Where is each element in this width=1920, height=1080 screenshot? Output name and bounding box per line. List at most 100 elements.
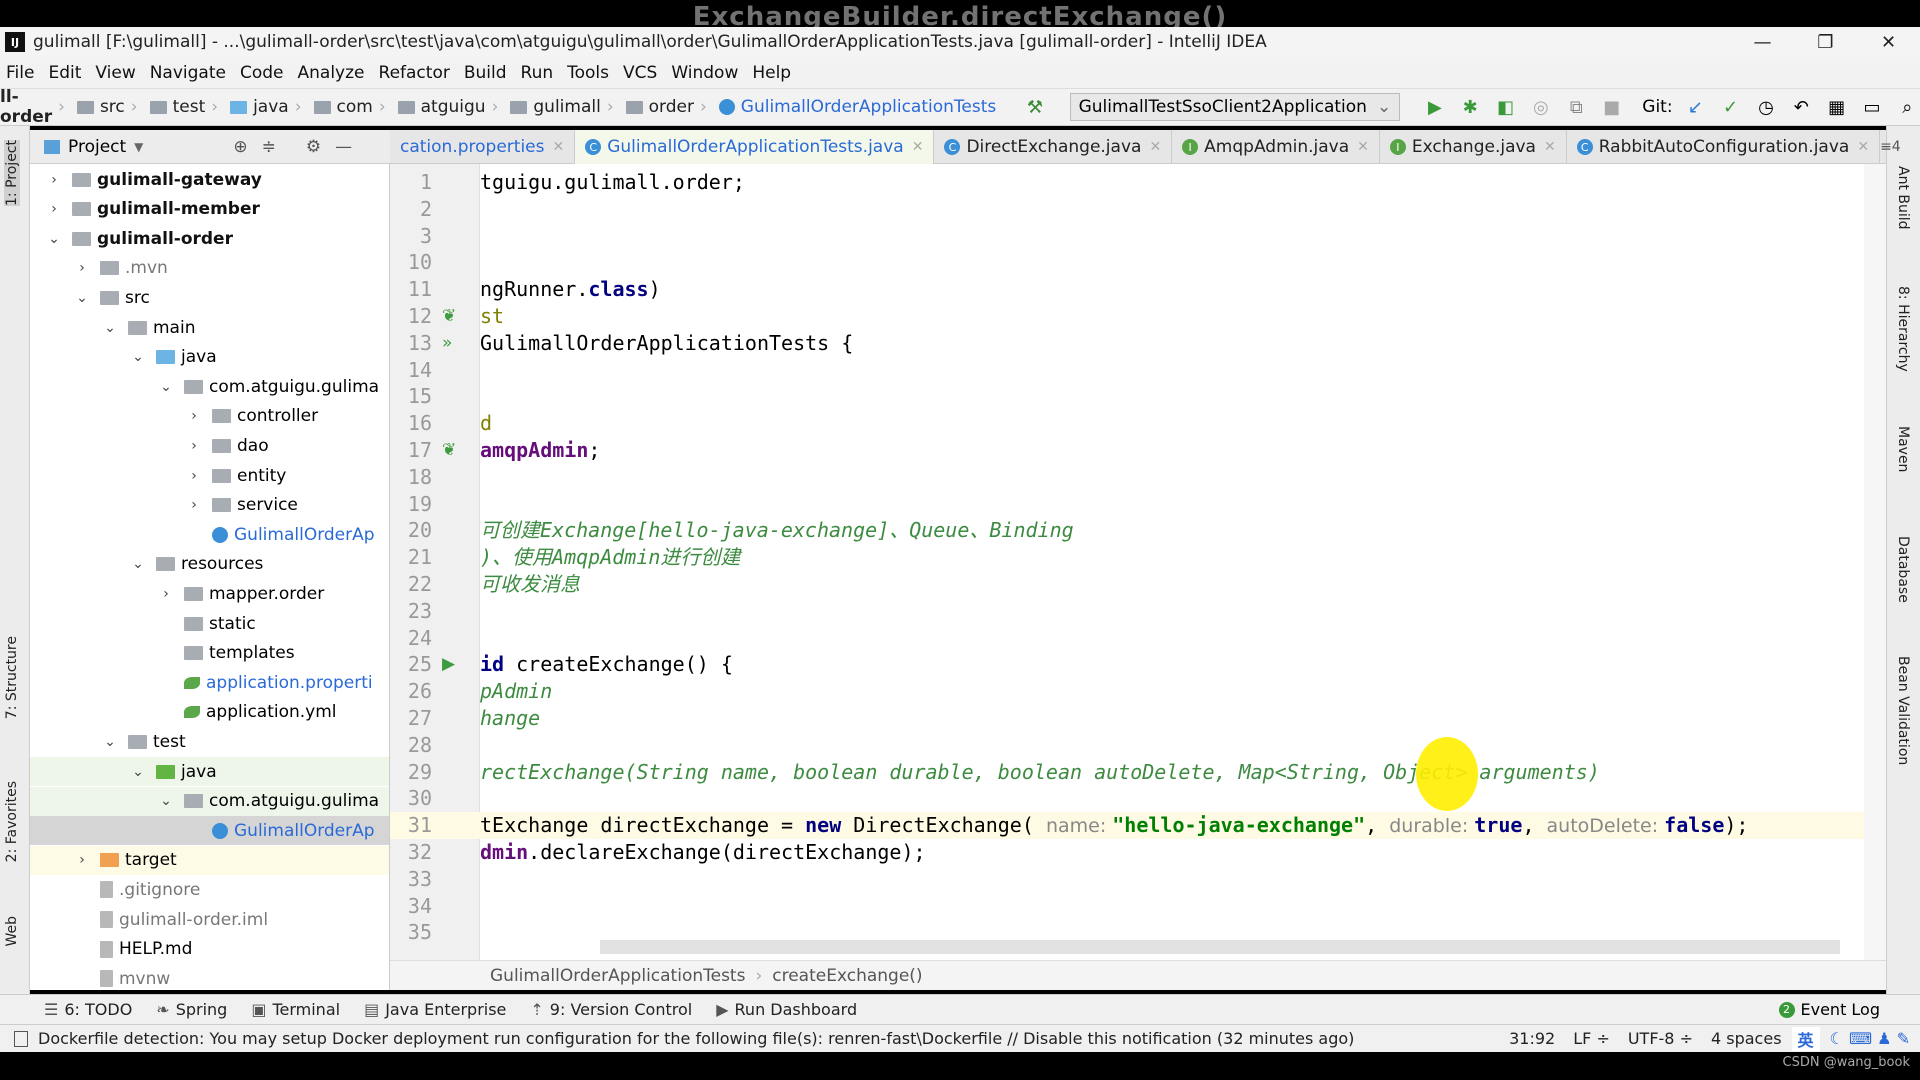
editor-tab[interactable]: cation.properties ✕ xyxy=(390,130,576,164)
tree-item[interactable]: ⌄ java xyxy=(30,757,389,786)
tool-hierarchy[interactable]: 8: Hierarchy xyxy=(1895,286,1911,372)
restore-button[interactable]: ❐ xyxy=(1794,27,1857,57)
chevron-down-icon[interactable]: ⌄ xyxy=(128,764,148,780)
tree-item[interactable]: › service xyxy=(30,491,389,520)
debug-icon[interactable]: ✱ xyxy=(1458,94,1483,120)
search-icon[interactable]: ⌕ xyxy=(1895,94,1920,120)
tool-web[interactable]: Web xyxy=(4,916,20,947)
collapse-all-icon[interactable]: ≑ xyxy=(262,137,276,157)
coverage-icon[interactable]: ◧ xyxy=(1493,94,1518,120)
tree-item[interactable]: › target xyxy=(30,845,389,875)
spring-bean-icon[interactable]: ❦ xyxy=(442,303,456,330)
editor-tab[interactable]: C GulimallOrderApplicationTests.java ✕ xyxy=(575,130,935,164)
menu-file[interactable]: File xyxy=(6,63,34,83)
nav-crumb[interactable]: GulimallOrderApplicationTests xyxy=(711,97,996,117)
tool-window-button[interactable]: ⇡ 9: Version Control xyxy=(530,1000,692,1019)
ime-tools-icon[interactable]: ☾ ⌨ ♟ ✎ xyxy=(1830,1029,1910,1048)
chevron-right-icon[interactable]: › xyxy=(72,260,92,276)
attach-icon[interactable]: ⧉ xyxy=(1564,94,1589,120)
tool-project[interactable]: 1: Project xyxy=(4,140,20,206)
close-tab-icon[interactable]: ✕ xyxy=(1357,139,1369,155)
tree-item[interactable]: ⌄ main xyxy=(30,313,389,342)
tree-item[interactable]: ⌄ test xyxy=(30,727,389,756)
chevron-right-icon[interactable]: › xyxy=(184,497,204,513)
chevron-down-icon[interactable]: ⌄ xyxy=(72,290,92,306)
tree-item[interactable]: › .mvn xyxy=(30,254,389,283)
file-encoding[interactable]: UTF-8 ÷ xyxy=(1628,1029,1693,1048)
chevron-down-icon[interactable]: ⌄ xyxy=(128,556,148,572)
chevron-down-icon[interactable]: ⌄ xyxy=(156,793,176,809)
event-log-button[interactable]: 2 Event Log xyxy=(1778,1000,1880,1019)
tree-item[interactable]: ⌄ com.atguigu.gulima xyxy=(30,786,389,816)
nav-crumb[interactable]: ll-order › xyxy=(0,87,65,127)
menu-tools[interactable]: Tools xyxy=(567,63,609,83)
menu-navigate[interactable]: Navigate xyxy=(150,63,226,83)
tree-item[interactable]: application.yml xyxy=(30,698,389,727)
stop-icon[interactable]: ■ xyxy=(1599,94,1624,120)
menu-window[interactable]: Window xyxy=(671,63,738,83)
profile-icon[interactable]: ◎ xyxy=(1528,94,1553,120)
tool-favorites[interactable]: 2: Favorites xyxy=(4,781,20,862)
ime-indicator[interactable]: 英 xyxy=(1791,1026,1820,1051)
tree-item[interactable]: ⌄ java xyxy=(30,343,389,372)
chevron-down-icon[interactable]: ⌄ xyxy=(44,231,64,247)
chevron-down-icon[interactable]: ⌄ xyxy=(156,379,176,395)
tree-item[interactable]: static xyxy=(30,609,389,638)
tool-window-button[interactable]: ▶ Run Dashboard xyxy=(716,1000,857,1019)
chevron-right-icon[interactable]: › xyxy=(156,586,176,602)
breadcrumb-method[interactable]: createExchange() xyxy=(772,966,922,986)
chevron-down-icon[interactable]: ⌄ xyxy=(100,320,120,336)
tool-window-button[interactable]: ▤ Java Enterprise xyxy=(364,1000,506,1019)
tree-item[interactable]: mvnw xyxy=(30,964,389,990)
history-icon[interactable]: ◷ xyxy=(1753,94,1778,120)
menu-help[interactable]: Help xyxy=(752,63,791,83)
chevron-right-icon[interactable]: › xyxy=(44,201,64,217)
close-tab-icon[interactable]: ✕ xyxy=(1544,139,1556,155)
line-separator[interactable]: LF ÷ xyxy=(1573,1029,1610,1048)
tool-window-button[interactable]: ▣ Terminal xyxy=(251,1000,340,1019)
chevron-right-icon[interactable]: › xyxy=(184,438,204,454)
menu-edit[interactable]: Edit xyxy=(48,63,81,83)
run-config-dropdown[interactable]: GulimallTestSsoClient2Application ⌄ xyxy=(1069,93,1401,121)
tree-item[interactable]: › entity xyxy=(30,461,389,490)
chevron-down-icon[interactable]: ⌄ xyxy=(100,734,120,750)
run-icon[interactable]: ▶ xyxy=(1422,94,1447,120)
menu-code[interactable]: Code xyxy=(240,63,284,83)
editor-tab[interactable]: I AmqpAdmin.java ✕ xyxy=(1172,130,1380,164)
close-tab-icon[interactable]: ✕ xyxy=(912,139,924,155)
tree-item[interactable]: templates xyxy=(30,639,389,668)
editor-tab[interactable]: C RabbitAutoConfiguration.java ✕ xyxy=(1567,130,1881,164)
project-view-dropdown[interactable]: Project xyxy=(68,137,126,157)
tabs-overflow[interactable]: ≡4 xyxy=(1880,139,1901,155)
close-button[interactable]: ✕ xyxy=(1857,27,1920,57)
presentation-icon[interactable]: ▭ xyxy=(1859,94,1884,120)
nav-crumb[interactable]: gulimall › xyxy=(502,97,614,117)
tree-item[interactable]: application.properti xyxy=(30,668,389,697)
rollback-icon[interactable]: ↶ xyxy=(1789,94,1814,120)
gear-icon[interactable]: ⚙ xyxy=(306,137,321,157)
horizontal-scrollbar[interactable] xyxy=(600,940,1840,954)
menu-vcs[interactable]: VCS xyxy=(623,63,657,83)
tree-item[interactable]: GulimallOrderAp xyxy=(30,816,389,846)
code-editor[interactable]: 1 tguigu.gulimall.order; 2 3 10 11 ngRunner.cl… xyxy=(390,164,1886,960)
close-tab-icon[interactable]: ✕ xyxy=(1857,139,1869,155)
tree-item[interactable]: › gulimall-gateway xyxy=(30,165,389,194)
tree-item[interactable]: .gitignore xyxy=(30,875,389,904)
chevron-down-icon[interactable]: ⌄ xyxy=(128,349,148,365)
nav-crumb[interactable]: com › xyxy=(306,97,386,117)
tree-item[interactable]: ⌄ gulimall-order xyxy=(30,224,389,253)
tree-item[interactable]: gulimall-order.iml xyxy=(30,905,389,934)
locate-icon[interactable]: ⊕ xyxy=(233,137,247,157)
build-hammer-icon[interactable]: ⚒ xyxy=(1022,94,1047,120)
tree-item[interactable]: GulimallOrderAp xyxy=(30,520,389,549)
editor-scrollbar[interactable] xyxy=(1864,164,1886,960)
close-tab-icon[interactable]: ✕ xyxy=(552,139,564,155)
caret-position[interactable]: 31:92 xyxy=(1509,1029,1555,1048)
git-commit-icon[interactable]: ✓ xyxy=(1718,94,1743,120)
tree-item[interactable]: ⌄ com.atguigu.gulima xyxy=(30,372,389,401)
tree-item[interactable]: ⌄ src xyxy=(30,283,389,312)
nav-crumb[interactable]: order › xyxy=(618,97,707,117)
tree-item[interactable]: › dao xyxy=(30,431,389,460)
close-tab-icon[interactable]: ✕ xyxy=(1149,139,1161,155)
tree-item[interactable]: HELP.md xyxy=(30,935,389,964)
